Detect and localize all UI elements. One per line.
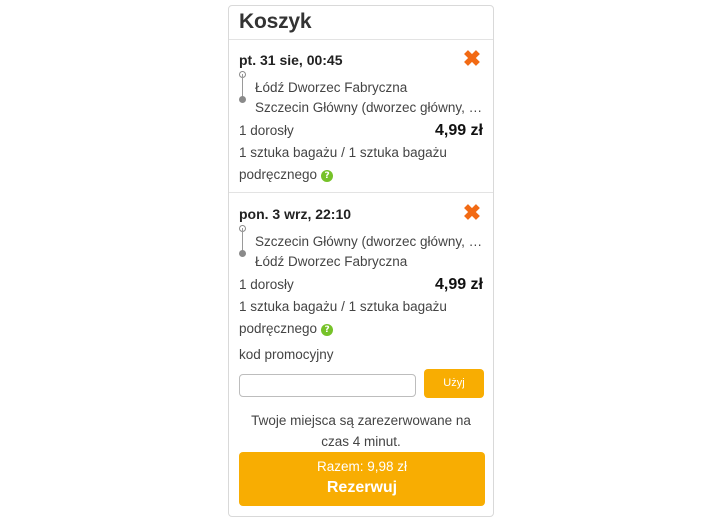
luggage-info: 1 sztuka bagażu / 1 sztuka bagażu podręc… — [239, 142, 479, 186]
trip-date: pon. 3 wrz, 22:10 — [239, 206, 352, 222]
promo-code-input[interactable] — [239, 374, 416, 397]
arrival-station: Łódź Dworzec Fabryczna — [255, 254, 408, 269]
route-end-icon — [239, 96, 246, 103]
book-button-label: Rezerwuj — [326, 479, 398, 496]
departure-station: Łódź Dworzec Fabryczna — [255, 80, 408, 95]
trip-price: 4,99 zł — [434, 122, 483, 139]
luggage-text: 1 sztuka bagażu / 1 sztuka bagażu podręc… — [239, 145, 447, 182]
close-icon: ✖ — [462, 46, 482, 71]
help-icon[interactable]: ? — [321, 324, 334, 336]
cart-title: Koszyk — [239, 10, 312, 33]
divider — [229, 192, 493, 193]
promo-code-label: kod promocyjny — [239, 347, 334, 362]
route-end-icon — [239, 250, 246, 257]
close-icon: ✖ — [462, 200, 482, 225]
trip-date: pt. 31 sie, 00:45 — [239, 52, 343, 68]
divider — [229, 39, 493, 40]
arrival-station: Szczecin Główny (dworzec główny, … — [255, 100, 483, 115]
total-price: Razem: 9,98 zł — [316, 459, 408, 474]
cart-panel: Koszyk pt. 31 sie, 00:45 ✖ Łódź Dworzec … — [228, 5, 494, 517]
help-icon[interactable]: ? — [321, 170, 334, 182]
luggage-info: 1 sztuka bagażu / 1 sztuka bagażu podręc… — [239, 296, 479, 340]
remove-trip-button[interactable]: ✖ — [461, 202, 483, 224]
book-button[interactable]: Razem: 9,98 zł Rezerwuj — [239, 452, 485, 506]
passenger-count: 1 dorosły — [239, 277, 294, 292]
departure-station: Szczecin Główny (dworzec główny, … — [255, 234, 483, 249]
trip-price: 4,99 zł — [434, 276, 483, 293]
remove-trip-button[interactable]: ✖ — [461, 48, 483, 70]
apply-promo-button[interactable]: Użyj — [424, 369, 484, 398]
passenger-count: 1 dorosły — [239, 123, 294, 138]
reservation-notice: Twoje miejsca są zarezerwowane na czas 4… — [251, 413, 471, 449]
luggage-text: 1 sztuka bagażu / 1 sztuka bagażu podręc… — [239, 299, 447, 336]
